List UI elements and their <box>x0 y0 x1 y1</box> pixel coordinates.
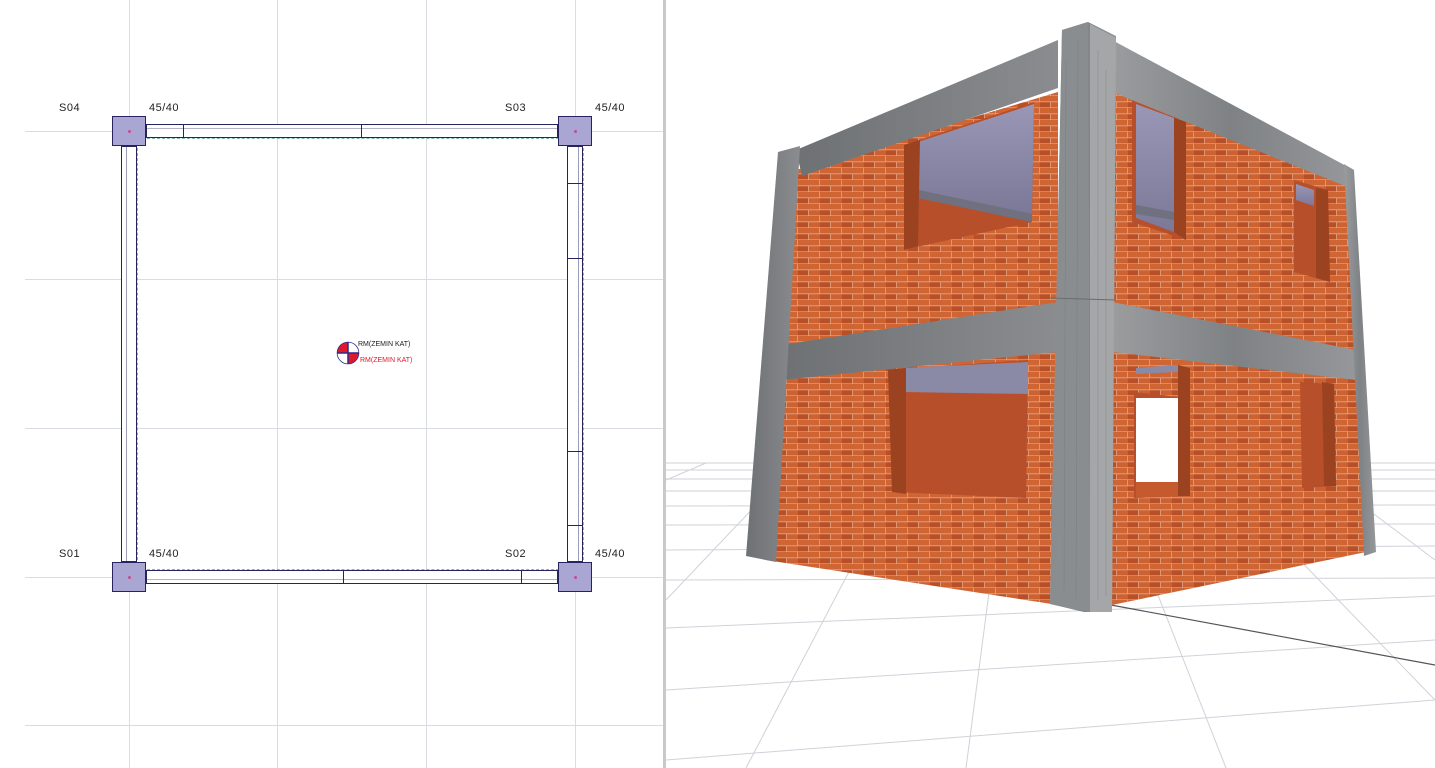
column-size-s03: 45/40 <box>595 102 626 114</box>
column-label-s04: S04 <box>59 102 81 114</box>
3d-scene <box>666 22 1435 768</box>
plan-view[interactable]: S04 45/40 S03 45/40 S01 45/40 S02 45/40 … <box>0 0 663 768</box>
column-s04[interactable] <box>112 116 146 146</box>
grid-line <box>277 0 278 768</box>
room-label-red: RM(ZEMIN KAT) <box>360 357 413 364</box>
beam-left[interactable] <box>121 146 137 562</box>
column-size-s01: 45/40 <box>149 548 180 560</box>
column-size-s04: 45/40 <box>149 102 180 114</box>
room-label: RM(ZEMIN KAT) <box>358 341 411 348</box>
slab-outline <box>137 138 584 570</box>
column-s02[interactable] <box>558 562 592 592</box>
grid-line <box>426 0 427 768</box>
column-s03[interactable] <box>558 116 592 146</box>
column-label-s03: S03 <box>505 102 527 114</box>
column-label-s01: S01 <box>59 548 81 560</box>
room-marker-icon[interactable] <box>336 341 360 365</box>
grid-line <box>25 725 663 726</box>
column-s01[interactable] <box>112 562 146 592</box>
beam-top[interactable] <box>146 124 558 138</box>
beam-bottom[interactable] <box>146 570 558 584</box>
3d-view[interactable] <box>666 0 1435 768</box>
column-size-s02: 45/40 <box>595 548 626 560</box>
column-label-s02: S02 <box>505 548 527 560</box>
beam-right[interactable] <box>567 146 583 562</box>
